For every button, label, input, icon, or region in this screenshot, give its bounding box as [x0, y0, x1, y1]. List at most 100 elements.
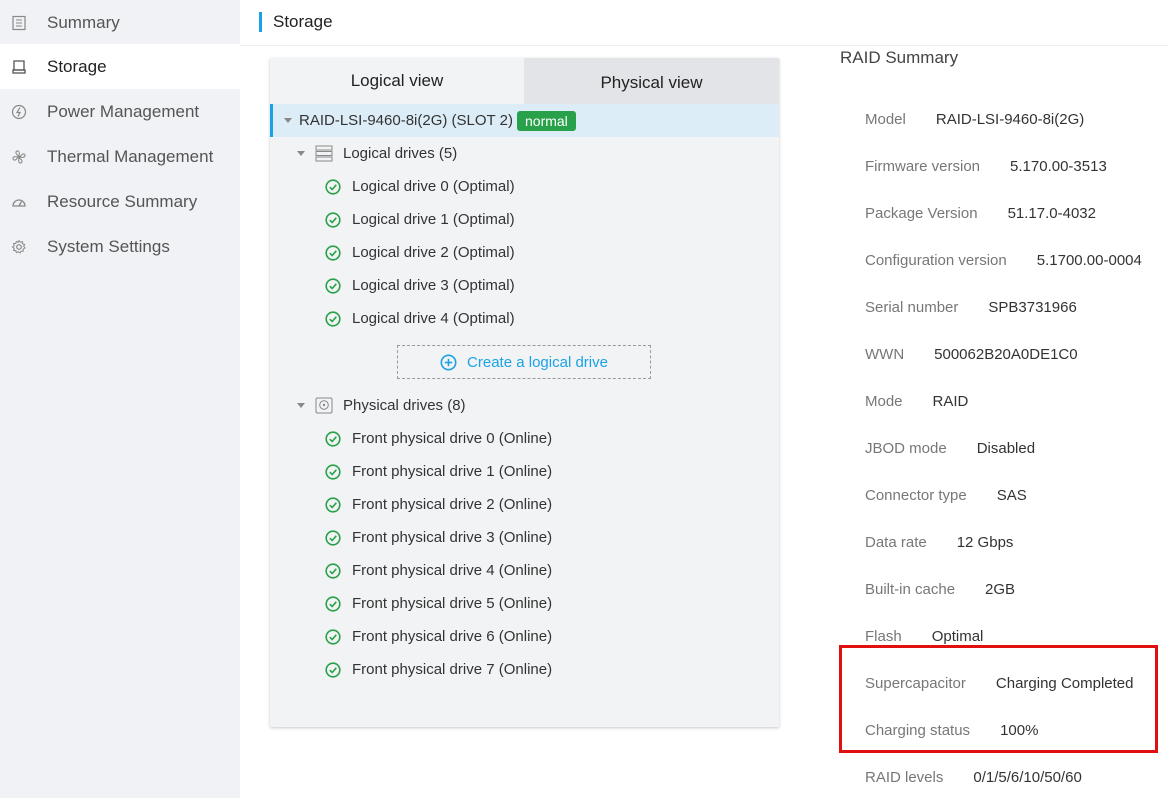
- detail-row-flash: Flash Optimal: [865, 626, 983, 646]
- detail-label: WWN: [865, 345, 905, 363]
- sidebar-item-label: Storage: [47, 56, 107, 76]
- detail-label: Serial number: [865, 298, 959, 316]
- sidebar-item-label: Resource Summary: [47, 191, 198, 211]
- detail-label: Connector type: [865, 486, 967, 504]
- check-circle-icon: [325, 463, 341, 480]
- sidebar-item-power-management[interactable]: Power Management: [0, 89, 240, 134]
- detail-value: 500062B20A0DE1C0: [934, 345, 1078, 363]
- detail-value: Optimal: [931, 627, 984, 645]
- fan-icon: [10, 148, 28, 166]
- list-item-logical-drive[interactable]: Logical drive 2 (Optimal): [270, 236, 779, 269]
- detail-label: Model: [865, 110, 906, 128]
- sidebar-item-label: Power Management: [47, 101, 200, 121]
- list-item-physical-drive[interactable]: Front physical drive 1 (Online): [270, 455, 779, 488]
- sidebar-item-resource-summary[interactable]: Resource Summary: [0, 179, 240, 224]
- physical-drives-group-label: Physical drives (8): [343, 397, 466, 414]
- detail-label: JBOD mode: [865, 439, 947, 457]
- list-item-physical-drive[interactable]: Front physical drive 5 (Online): [270, 587, 779, 620]
- storage-tree-panel: Logical view Physical view RAID-LSI-9460…: [270, 58, 779, 727]
- detail-label: RAID levels: [865, 768, 944, 786]
- status-badge: normal: [517, 111, 576, 131]
- detail-label: Firmware version: [865, 157, 981, 175]
- list-item-physical-drive[interactable]: Front physical drive 3 (Online): [270, 521, 779, 554]
- detail-value: 0/1/5/6/10/50/60: [973, 768, 1082, 786]
- detail-value: RAID-LSI-9460-8i(2G): [935, 110, 1085, 128]
- drive-icon: [10, 58, 28, 76]
- detail-value: SPB3731966: [988, 298, 1077, 316]
- sidebar-item-label: Summary: [47, 12, 120, 32]
- gear-icon: [10, 238, 28, 256]
- logical-drive-label: Logical drive 4 (Optimal): [352, 310, 515, 327]
- plus-circle-icon: [440, 354, 457, 370]
- tree-node-logical-drives[interactable]: Logical drives (5): [270, 137, 779, 170]
- list-item-physical-drive[interactable]: Front physical drive 6 (Online): [270, 620, 779, 653]
- check-circle-icon: [325, 310, 341, 327]
- detail-row-package-version: Package Version 51.17.0-4032: [865, 203, 1096, 223]
- physical-drive-label: Front physical drive 6 (Online): [352, 628, 553, 645]
- detail-value: Disabled: [976, 439, 1036, 457]
- physical-drive-label: Front physical drive 2 (Online): [352, 496, 553, 513]
- logical-drives-group-label: Logical drives (5): [343, 145, 458, 162]
- detail-row-data-rate: Data rate 12 Gbps: [865, 532, 1013, 552]
- detail-label: Configuration version: [865, 251, 1007, 269]
- check-circle-icon: [325, 277, 341, 294]
- list-icon: [10, 14, 28, 32]
- physical-drive-label: Front physical drive 0 (Online): [352, 430, 553, 447]
- detail-row-configuration-version: Configuration version 5.1700.00-0004: [865, 250, 1142, 270]
- check-circle-icon: [325, 496, 341, 513]
- logical-drive-label: Logical drive 2 (Optimal): [352, 244, 515, 261]
- detail-row-serial-number: Serial number SPB3731966: [865, 297, 1077, 317]
- highlight-box: [839, 645, 1158, 753]
- detail-label: Flash: [865, 627, 902, 645]
- sidebar-item-summary[interactable]: Summary: [0, 0, 240, 45]
- sidebar-item-thermal-management[interactable]: Thermal Management: [0, 134, 240, 179]
- check-circle-icon: [325, 430, 341, 447]
- detail-row-wwn: WWN 500062B20A0DE1C0: [865, 344, 1078, 364]
- list-item-physical-drive[interactable]: Front physical drive 7 (Online): [270, 653, 779, 686]
- list-item-logical-drive[interactable]: Logical drive 1 (Optimal): [270, 203, 779, 236]
- chevron-down-icon[interactable]: [284, 118, 292, 123]
- tab-physical-view[interactable]: Physical view: [524, 58, 779, 104]
- chevron-down-icon[interactable]: [297, 403, 305, 408]
- list-item-logical-drive[interactable]: Logical drive 4 (Optimal): [270, 302, 779, 335]
- create-logical-drive-label: Create a logical drive: [467, 353, 608, 371]
- detail-value: 2GB: [985, 580, 1016, 598]
- controller-label: RAID-LSI-9460-8i(2G) (SLOT 2): [299, 112, 513, 129]
- physical-drive-label: Front physical drive 1 (Online): [352, 463, 553, 480]
- list-item-physical-drive[interactable]: Front physical drive 0 (Online): [270, 422, 779, 455]
- tree-node-controller[interactable]: RAID-LSI-9460-8i(2G) (SLOT 2) normal: [270, 104, 779, 137]
- detail-row-connector-type: Connector type SAS: [865, 485, 1027, 505]
- sidebar-item-system-settings[interactable]: System Settings: [0, 224, 240, 269]
- logical-drive-label: Logical drive 0 (Optimal): [352, 178, 515, 195]
- page-title: Storage: [273, 12, 333, 31]
- detail-value: 5.1700.00-0004: [1036, 251, 1142, 269]
- check-circle-icon: [325, 562, 341, 579]
- detail-row-model: Model RAID-LSI-9460-8i(2G): [865, 109, 1084, 129]
- tab-logical-view[interactable]: Logical view: [270, 58, 524, 104]
- detail-value: 51.17.0-4032: [1007, 204, 1096, 222]
- detail-value: RAID: [932, 392, 969, 410]
- list-item-logical-drive[interactable]: Logical drive 0 (Optimal): [270, 170, 779, 203]
- sidebar-item-storage[interactable]: Storage: [0, 44, 240, 89]
- check-circle-icon: [325, 661, 341, 678]
- chevron-down-icon[interactable]: [297, 151, 305, 156]
- power-icon: [10, 103, 28, 121]
- sidebar-item-label: Thermal Management: [47, 146, 214, 166]
- create-logical-drive-button[interactable]: Create a logical drive: [397, 345, 651, 379]
- check-circle-icon: [325, 211, 341, 228]
- section-title: RAID Summary: [840, 48, 959, 67]
- detail-label: Package Version: [865, 204, 978, 222]
- detail-label: Data rate: [865, 533, 927, 551]
- server-icon: [315, 145, 333, 167]
- physical-drive-label: Front physical drive 7 (Online): [352, 661, 553, 678]
- logical-drive-label: Logical drive 3 (Optimal): [352, 277, 515, 294]
- tree-node-physical-drives[interactable]: Physical drives (8): [270, 389, 779, 422]
- list-item-logical-drive[interactable]: Logical drive 3 (Optimal): [270, 269, 779, 302]
- list-item-physical-drive[interactable]: Front physical drive 2 (Online): [270, 488, 779, 521]
- detail-value: SAS: [996, 486, 1027, 504]
- check-circle-icon: [325, 595, 341, 612]
- detail-label: Mode: [865, 392, 903, 410]
- list-item-physical-drive[interactable]: Front physical drive 4 (Online): [270, 554, 779, 587]
- detail-row-raid-levels: RAID levels 0/1/5/6/10/50/60: [865, 767, 1082, 787]
- logical-drive-label: Logical drive 1 (Optimal): [352, 211, 515, 228]
